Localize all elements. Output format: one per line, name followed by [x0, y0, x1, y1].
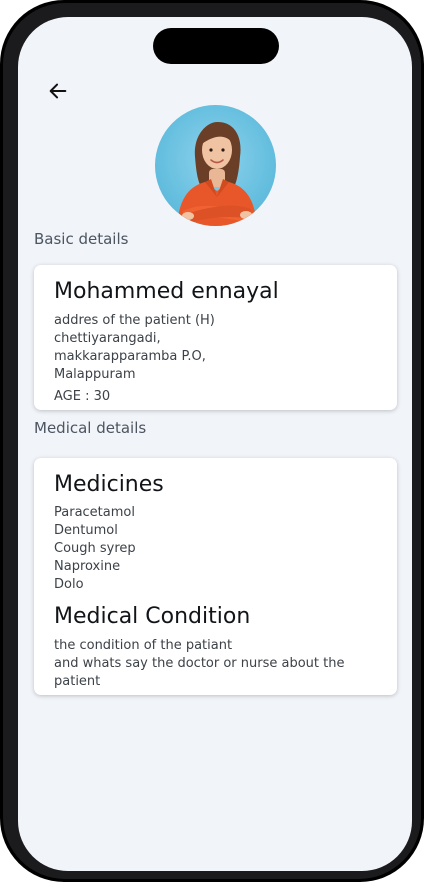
- medicine-item: Cough syrep: [54, 541, 136, 556]
- arrow-left-icon: [49, 83, 67, 99]
- avatar: [155, 105, 276, 226]
- basic-details-label: Basic details: [34, 230, 129, 248]
- patient-name: Mohammed ennayal: [54, 279, 279, 304]
- condition-line: the condition of the patiant: [54, 638, 233, 653]
- medicine-item: Paracetamol: [54, 505, 135, 520]
- medical-condition-title: Medical Condition: [54, 604, 251, 629]
- medicine-item: Dentumol: [54, 523, 118, 538]
- medicine-item: Naproxine: [54, 559, 121, 574]
- patient-photo: [177, 121, 257, 226]
- medicine-item: Dolo: [54, 577, 84, 592]
- phone-frame: Basic details Mohammed ennayal addres of…: [0, 0, 424, 882]
- patient-age: AGE : 30: [54, 389, 111, 404]
- condition-line: and whats say the doctor or nurse about …: [54, 656, 345, 671]
- app-screen: Basic details Mohammed ennayal addres of…: [18, 17, 412, 871]
- address-line: addres of the patient (H): [54, 313, 215, 328]
- address-line: makkarapparamba P.O,: [54, 349, 206, 364]
- basic-details-card: Mohammed ennayal addres of the patient (…: [34, 265, 397, 410]
- address-line: chettiyarangadi,: [54, 331, 161, 346]
- address-line: Malappuram: [54, 367, 136, 382]
- dynamic-island: [153, 28, 279, 64]
- medical-details-card: Medicines Paracetamol Dentumol Cough syr…: [34, 458, 397, 695]
- condition-line: patient: [54, 674, 101, 689]
- medical-details-label: Medical details: [34, 419, 147, 437]
- back-button[interactable]: [44, 77, 72, 105]
- medicines-title: Medicines: [54, 472, 164, 497]
- phone-bezel: Basic details Mohammed ennayal addres of…: [3, 3, 421, 879]
